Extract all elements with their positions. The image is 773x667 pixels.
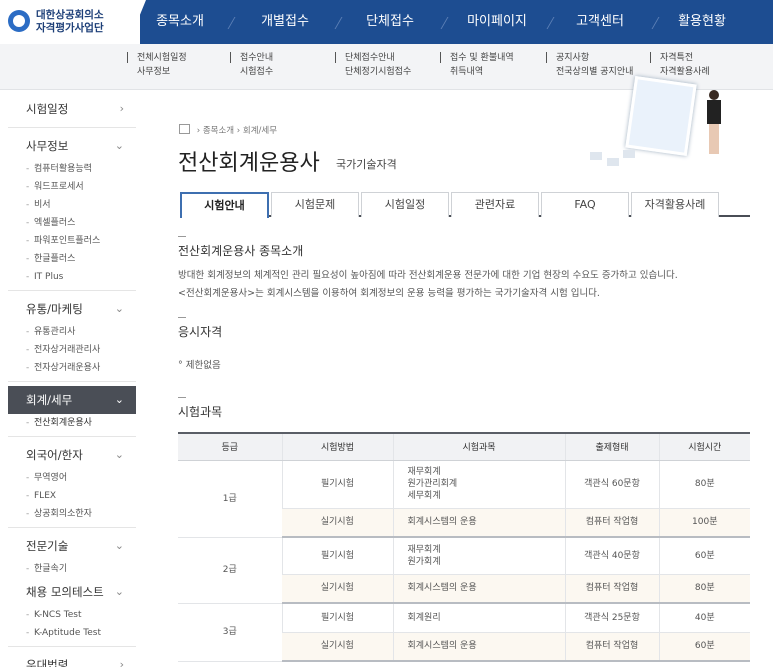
submenu-link[interactable]: 자격특전 [660,51,710,65]
column-header: 등급 [178,432,282,461]
intro-paragraph: 방대한 회계정보의 체계적인 관리 필요성이 높아짐에 따라 전산회계운용 전문… [178,270,678,299]
column-header: 시험방법 [281,432,393,461]
submenu-link[interactable]: 자격활용사례 [660,65,710,79]
submenu-col-1: 전체시험일정 사무정보 [127,51,187,79]
sidebar-group-language[interactable]: 외국어/한자 ⌄ [8,441,136,469]
table-row: 2급 필기시험 재무회계 원가회계 객관식 40문항 60분 [178,537,750,604]
chevron-down-icon: ⌄ [114,302,124,315]
sidebar-group-office[interactable]: 사무정보 ⌄ [8,132,136,160]
table-row: 3급 필기시험 회계원리 객관식 25문항 40분 [178,603,750,662]
tab-bar: 시험안내 시험문제 시험일정 관련자료 FAQ 자격활용사례 [180,192,750,218]
header-illustration [585,76,735,175]
sidebar-group-mock-test[interactable]: 채용 모의테스트 ⌄ [8,578,136,606]
submenu-link[interactable]: 단체접수안내 [345,51,411,65]
tab-related-materials[interactable]: 관련자료 [451,192,539,217]
chevron-down-icon: ⌄ [114,393,124,406]
section-title-qualification: 응시자격 [178,325,223,339]
chevron-down-icon: ⌄ [114,539,124,552]
top-navigation: 대한상공회의소 자격평가사업단 종목소개 개별접수 단체접수 마이페이지 고객센… [0,0,773,44]
sidebar-subitem[interactable]: 한글플러스 [8,250,136,268]
sidebar-group-accounting[interactable]: 회계/세무 ⌄ [8,386,136,414]
submenu-link[interactable]: 시험접수 [240,65,273,79]
submenu-link[interactable]: 접수 및 환불내역 [450,51,514,65]
section-title-subjects: 시험과목 [178,405,223,419]
column-header: 시험과목 [392,432,565,461]
tab-exam-guide[interactable]: 시험안내 [180,192,269,218]
sidebar-subitem[interactable]: 엑셀플러스 [8,214,136,232]
chevron-down-icon: ⌄ [114,448,124,461]
submenu-link[interactable]: 공지사항 [556,51,633,65]
nav-item-group-apply[interactable]: 단체접수 [360,0,420,44]
sidebar-subitem[interactable]: 전자상거래운용사 [8,359,136,377]
sidebar-subitem-selected[interactable]: 전산회계운용사 [8,414,136,432]
page-title: 전산회계운용사 [178,151,320,176]
exam-subjects-table: 등급 시험방법 시험과목 출제형태 시험시간 1급 필기시험 재무회계 원가관리… [178,432,750,662]
bullet-icon: ° [178,360,183,371]
chevron-down-icon: ⌄ [114,139,124,152]
column-header: 시험시간 [658,432,750,461]
sidebar-subitem[interactable]: IT Plus [8,268,136,286]
sidebar-subitem[interactable]: 워드프로세서 [8,178,136,196]
tablet-illustration [625,76,697,156]
submenu-col-6: 자격특전 자격활용사례 [650,51,710,79]
sidebar-item-schedule[interactable]: 시험일정 › [8,95,136,123]
submenu-col-4: 접수 및 환불내역 취득내역 [440,51,514,79]
sidebar-subitem[interactable]: 무역영어 [8,469,136,487]
column-header: 출제형태 [564,432,659,461]
nav-item-customer-center[interactable]: 고객센터 [570,0,630,44]
table-row: 1급 필기시험 재무회계 원가관리회계 세무회계 객관식 60문항 80분 [178,460,750,538]
grade-cell: 2급 [178,537,282,604]
sidebar-subitem[interactable]: 비서 [8,196,136,214]
tab-exam-questions[interactable]: 시험문제 [271,192,359,217]
submenu-col-5: 공지사항 전국상의별 공지안내 [546,51,633,79]
submenu-link[interactable]: 단체정기시험접수 [345,65,411,79]
sidebar-subitem[interactable]: K-Aptitude Test [8,624,136,642]
tab-usage-cases[interactable]: 자격활용사례 [631,192,719,217]
sidebar-subitem[interactable]: 파워포인트플러스 [8,232,136,250]
sidebar-subitem[interactable]: 전자상거래관리사 [8,341,136,359]
submenu-link[interactable]: 사무정보 [137,65,187,79]
page-subtitle: 국가기술자격 [336,158,397,171]
sidebar-subitem[interactable]: FLEX [8,487,136,505]
submenu-col-2: 접수안내 시험접수 [230,51,273,79]
sidebar-subitem[interactable]: 한글속기 [8,560,136,578]
breadcrumb-current: 회계/세무 [242,126,278,136]
nav-item-exam-intro[interactable]: 종목소개 [150,0,210,44]
chevron-right-icon: › [119,102,124,115]
sidebar-subitem[interactable]: 컴퓨터활용능력 [8,160,136,178]
chevron-right-icon: › [119,658,124,667]
nav-item-individual-apply[interactable]: 개별접수 [255,0,315,44]
submenu-link[interactable]: 접수안내 [240,51,273,65]
tab-exam-schedule[interactable]: 시험일정 [361,192,449,217]
submenu-link[interactable]: 전국상의별 공지안내 [556,65,633,79]
tab-faq[interactable]: FAQ [541,192,629,217]
sidebar-subitem[interactable]: 상공회의소한자 [8,505,136,523]
logo[interactable]: 대한상공회의소 자격평가사업단 [0,0,140,44]
sidebar-subitem[interactable]: 유통관리사 [8,323,136,341]
sidebar: 시험일정 › 사무정보 ⌄ 컴퓨터활용능력 워드프로세서 비서 엑셀플러스 파워… [8,95,136,667]
table-header-row: 등급 시험방법 시험과목 출제형태 시험시간 [178,432,750,461]
home-icon[interactable] [179,124,190,134]
logo-line-1: 대한상공회의소 [36,9,104,21]
qualification-item: ° 제한없음 [178,360,221,371]
nav-item-usage-status[interactable]: 활용현황 [672,0,732,44]
person-illustration [703,90,725,160]
grade-cell: 3급 [178,603,282,662]
section-title-intro: 전산회계운용사 종목소개 [178,244,304,258]
submenu-link[interactable]: 취득내역 [450,65,514,79]
breadcrumb: › 종목소개 › 회계/세무 [179,123,277,136]
submenu-col-3: 단체접수안내 단체정기시험접수 [335,51,411,79]
nav-item-mypage[interactable]: 마이페이지 [462,0,532,44]
grade-cell: 1급 [178,460,282,538]
logo-line-2: 자격평가사업단 [36,22,104,34]
sidebar-subitem[interactable]: K-NCS Test [8,606,136,624]
logo-icon [8,10,30,32]
submenu-link[interactable]: 전체시험일정 [137,51,187,65]
breadcrumb-item[interactable]: 종목소개 [203,126,234,136]
sidebar-group-tech[interactable]: 전문기술 ⌄ [8,532,136,560]
chevron-down-icon: ⌄ [114,585,124,598]
sidebar-group-marketing[interactable]: 유통/마케팅 ⌄ [8,295,136,323]
sidebar-item-preference-law[interactable]: 우대법령 › [8,651,136,667]
